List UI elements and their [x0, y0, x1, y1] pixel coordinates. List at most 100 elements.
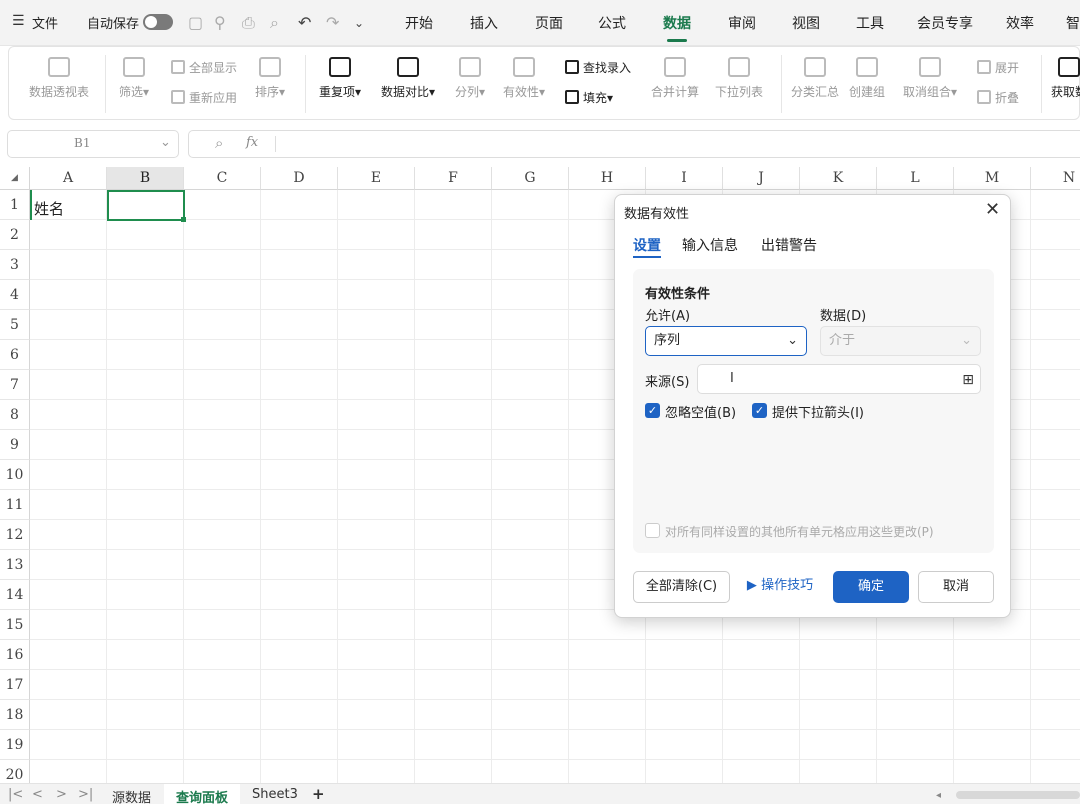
row-header-13[interactable]: 13 — [0, 550, 30, 580]
range-picker-icon[interactable]: ⊞ — [962, 366, 974, 394]
tab-efficiency[interactable]: 效率 — [1006, 13, 1034, 33]
print-icon[interactable]: ⎙ — [242, 13, 255, 33]
undo-icon[interactable]: ↶ — [298, 13, 311, 32]
column-header-m[interactable]: M — [954, 167, 1031, 190]
tab-smart[interactable]: 智 — [1066, 13, 1080, 33]
autosave-toggle[interactable] — [143, 14, 173, 30]
select-all-corner[interactable]: ◢ — [0, 167, 30, 190]
column-header-e[interactable]: E — [338, 167, 415, 190]
column-header-l[interactable]: L — [877, 167, 954, 190]
column-header-i[interactable]: I — [646, 167, 723, 190]
column-header-c[interactable]: C — [184, 167, 261, 190]
last-sheet-icon[interactable]: >| — [78, 787, 93, 802]
create-group-button[interactable]: 创建组 — [849, 57, 885, 100]
sheet-tab-source[interactable]: 源数据 — [112, 787, 151, 804]
row-header-17[interactable]: 17 — [0, 670, 30, 700]
row-header-10[interactable]: 10 — [0, 460, 30, 490]
redo-icon[interactable]: ↷ — [326, 13, 339, 32]
tab-view[interactable]: 视图 — [792, 13, 820, 33]
tab-data[interactable]: 数据 — [663, 13, 691, 42]
cancel-button[interactable]: 取消 — [918, 571, 994, 603]
row-header-18[interactable]: 18 — [0, 700, 30, 730]
name-box[interactable]: B1 ⌄ — [7, 130, 179, 158]
duplicates-button[interactable]: 重复项▾ — [319, 57, 361, 100]
row-header-16[interactable]: 16 — [0, 640, 30, 670]
next-sheet-icon[interactable]: > — [56, 787, 67, 802]
save-icon[interactable]: ▢ — [188, 13, 203, 32]
sheet-tab-query-panel[interactable]: 查询面板 — [176, 787, 228, 804]
column-header-f[interactable]: F — [415, 167, 492, 190]
row-header-15[interactable]: 15 — [0, 610, 30, 640]
column-header-a[interactable]: A — [30, 167, 107, 190]
row-header-7[interactable]: 7 — [0, 370, 30, 400]
tab-page[interactable]: 页面 — [535, 13, 563, 33]
tab-review[interactable]: 审阅 — [728, 13, 756, 33]
row-header-19[interactable]: 19 — [0, 730, 30, 760]
pin-icon[interactable]: ⚲ — [214, 13, 226, 32]
ungroup-button[interactable]: 取消组合▾ — [903, 57, 957, 100]
data-compare-button[interactable]: 数据对比▾ — [381, 57, 435, 100]
selected-cell-b1[interactable] — [107, 190, 185, 221]
ok-button[interactable]: 确定 — [833, 571, 909, 603]
dropdown-list-button[interactable]: 下拉列表 — [715, 57, 763, 100]
row-header-3[interactable]: 3 — [0, 250, 30, 280]
file-menu[interactable]: 文件 — [32, 13, 58, 32]
row-header-1[interactable]: 1 — [0, 190, 30, 220]
row-header-5[interactable]: 5 — [0, 310, 30, 340]
print-preview-icon[interactable]: ⌕ — [270, 13, 279, 33]
expand-button[interactable]: 展开 — [977, 59, 1019, 76]
row-header-9[interactable]: 9 — [0, 430, 30, 460]
find-entry-button[interactable]: 查找录入 — [565, 59, 631, 76]
column-header-b[interactable]: B — [107, 167, 184, 190]
tips-link[interactable]: ▶ 操作技巧 — [739, 571, 821, 603]
validity-button[interactable]: 有效性▾ — [503, 57, 545, 100]
horizontal-scrollbar[interactable] — [956, 791, 1080, 799]
row-header-2[interactable]: 2 — [0, 220, 30, 250]
column-header-d[interactable]: D — [261, 167, 338, 190]
show-all-button[interactable]: 全部显示 — [171, 59, 237, 76]
tab-home[interactable]: 开始 — [405, 13, 433, 33]
sort-button[interactable]: 排序▾ — [255, 57, 285, 100]
zoom-search-icon[interactable]: ⌕ — [215, 134, 223, 152]
row-header-14[interactable]: 14 — [0, 580, 30, 610]
prev-sheet-icon[interactable]: < — [32, 787, 43, 802]
row-header-11[interactable]: 11 — [0, 490, 30, 520]
tab-input-message[interactable]: 输入信息 — [682, 235, 738, 255]
add-sheet-button[interactable]: + — [312, 785, 325, 803]
allow-select[interactable]: 序列 ⌄ — [645, 326, 807, 356]
column-header-n[interactable]: N — [1031, 167, 1080, 190]
filter-button[interactable]: 筛选▾ — [119, 57, 149, 100]
row-header-20[interactable]: 20 — [0, 760, 30, 783]
tab-insert[interactable]: 插入 — [470, 13, 498, 33]
first-sheet-icon[interactable]: |< — [8, 787, 23, 802]
tab-tools[interactable]: 工具 — [856, 13, 884, 33]
split-column-button[interactable]: 分列▾ — [455, 57, 485, 100]
subtotal-button[interactable]: 分类汇总 — [791, 57, 839, 100]
fill-button[interactable]: 填充▾ — [565, 89, 613, 106]
ignore-blank-checkbox[interactable]: ✓ — [645, 403, 660, 418]
column-header-h[interactable]: H — [569, 167, 646, 190]
source-input[interactable]: I ⊞ — [697, 364, 981, 394]
hamburger-menu-icon[interactable]: ☰ — [12, 13, 25, 29]
formula-bar[interactable]: ⌕ fx — [188, 130, 1080, 158]
function-icon[interactable]: fx — [246, 135, 258, 150]
tab-error-alert[interactable]: 出错警告 — [761, 235, 817, 255]
clear-all-button[interactable]: 全部清除(C) — [633, 571, 730, 603]
row-header-6[interactable]: 6 — [0, 340, 30, 370]
dropdown-arrow-checkbox[interactable]: ✓ — [752, 403, 767, 418]
column-header-j[interactable]: J — [723, 167, 800, 190]
chevron-down-icon[interactable]: ⌄ — [160, 135, 171, 150]
fill-handle[interactable] — [181, 217, 186, 222]
column-header-g[interactable]: G — [492, 167, 569, 190]
close-icon[interactable]: ✕ — [985, 199, 1000, 220]
data-select[interactable]: 介于 ⌄ — [820, 326, 981, 356]
get-data-button[interactable]: 获取数 — [1051, 57, 1080, 100]
scroll-left-icon[interactable]: ◂ — [936, 790, 941, 801]
collapse-button[interactable]: 折叠 — [977, 89, 1019, 106]
consolidate-button[interactable]: 合并计算 — [651, 57, 699, 100]
tab-member[interactable]: 会员专享 — [917, 13, 973, 33]
pivot-table-button[interactable]: 数据透视表 — [29, 57, 89, 100]
row-header-8[interactable]: 8 — [0, 400, 30, 430]
chevron-down-icon[interactable]: ⌄ — [354, 16, 364, 30]
reapply-button[interactable]: 重新应用 — [171, 89, 237, 106]
